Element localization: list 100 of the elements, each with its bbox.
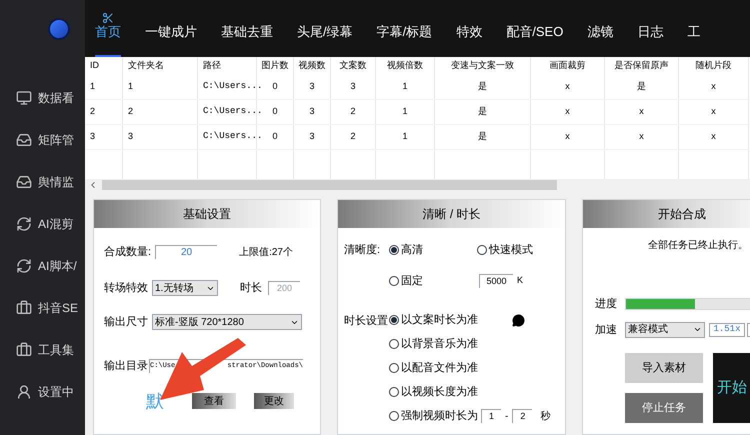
column-header: 画面裁剪 [550, 59, 586, 72]
table-cell-text: 1 [128, 80, 134, 94]
nav-tab[interactable]: 工 [687, 10, 700, 57]
sidebar-item[interactable]: 设置中 [0, 371, 85, 413]
table-cell-text: x [639, 105, 644, 118]
nav-tab[interactable]: 头尾/绿幕 [297, 10, 353, 57]
table-cell-text: 2 [90, 105, 96, 118]
dash-text: - [505, 410, 508, 424]
field-label: 输出尺寸 [104, 314, 148, 330]
column-header: 变速与文案一致 [451, 59, 514, 72]
input-field[interactable]: 5000 [479, 274, 513, 288]
table-cell-text: C:\Users... [203, 130, 262, 144]
field-label: 合成数量: [104, 244, 152, 260]
field-label: 输出目录 [104, 358, 148, 374]
radio-option[interactable]: 固定 [389, 272, 479, 289]
sidebar-item[interactable]: 舆情监 [0, 161, 85, 203]
radio-option[interactable]: 以背景音乐为准 [389, 336, 478, 352]
user-icon [16, 384, 32, 400]
table-cell-text: 是 [478, 130, 487, 144]
table-cell-text: 是 [478, 105, 487, 118]
tray-icon [16, 132, 32, 148]
input-field[interactable]: 1.51x [709, 322, 745, 337]
input-field[interactable]: 1 [481, 409, 501, 423]
import-button[interactable]: 导入素材 [625, 353, 703, 383]
table-cell-text: 3 [309, 80, 314, 94]
column-header: 文件夹名 [128, 59, 164, 72]
sidebar-item[interactable]: AI脚本/ [0, 245, 85, 287]
table-cell-text: 0 [272, 105, 278, 118]
input-field[interactable]: 2 [512, 409, 532, 423]
nav-tab[interactable]: 特效 [456, 10, 482, 57]
table-cell-text: 2 [128, 105, 134, 118]
sidebar-item[interactable]: 工具集 [0, 329, 85, 371]
nav-tab[interactable]: 字幕/标题 [376, 10, 432, 57]
table-cell-text: 1 [90, 80, 96, 94]
table-cell-text: x [565, 80, 570, 94]
radio-option[interactable]: 快速模式 [477, 242, 533, 258]
table-cell-text: 是 [637, 80, 646, 94]
sidebar-item[interactable]: 数据看 [0, 77, 85, 119]
column-header: ID [90, 59, 99, 72]
sidebar-item[interactable]: 抖音SE [0, 287, 85, 329]
nav-tab[interactable]: 基础去重 [221, 10, 273, 57]
logo-icon [48, 18, 70, 40]
briefcase-icon [16, 342, 32, 358]
view-button[interactable]: 查看 [192, 393, 236, 409]
refresh-icon [16, 258, 32, 274]
field-label: 加速 [595, 322, 618, 338]
table-cell-text: C:\Users... [203, 80, 262, 94]
table-cell-text: x [711, 80, 716, 94]
table-cell-text: 3 [90, 130, 96, 144]
radio-option[interactable]: 以视频长度为准 [389, 384, 478, 400]
column-header: 图片数 [262, 59, 288, 72]
table-cell-text: 3 [309, 105, 314, 118]
column-header: 路径 [203, 59, 221, 72]
briefcase-icon [16, 300, 32, 316]
unit-label: 秒 [540, 410, 550, 424]
status-text: 全部任务已终止执行。 [648, 238, 749, 253]
table-cell-text: 1 [402, 130, 408, 144]
radio-option[interactable]: 以文案时长为准 [389, 312, 478, 328]
column-header: 视频倍数 [387, 59, 423, 72]
sidebar-item[interactable]: AI混剪 [0, 203, 85, 245]
field-label: 时长设置 [344, 314, 389, 329]
table-cell-text: x [565, 105, 570, 118]
column-header: 视频数 [298, 59, 326, 72]
column-header: 文案数 [340, 59, 366, 72]
nav-tab[interactable]: 滤镜 [587, 10, 614, 57]
panel-header: 开始合成 [583, 200, 750, 228]
unit-label: K [517, 274, 524, 287]
radio-option[interactable]: 以配音文件为准 [389, 360, 478, 376]
field-label: 转场特效 [104, 280, 148, 296]
field-label: 清晰度: [344, 242, 382, 258]
table-cell-text: 0 [272, 80, 278, 94]
table-cell-text: 0 [272, 130, 278, 144]
table-cell-text: x [565, 130, 570, 144]
scissors-icon [102, 12, 114, 24]
table-cell-text: 是 [478, 80, 487, 94]
limit-text: 上限值:27个 [239, 246, 293, 260]
sidebar-item[interactable]: 矩阵管 [0, 119, 85, 161]
chat-icon[interactable] [512, 314, 525, 326]
table-cell-text: x [711, 130, 716, 144]
dropdown[interactable]: 1.无转场 [152, 280, 218, 296]
radio-option[interactable]: 强制视频时长为 [389, 408, 478, 424]
table-cell-text: x [639, 130, 644, 144]
nav-tab[interactable]: 一键成片 [145, 10, 197, 57]
tray-icon [16, 174, 32, 190]
nav-tab[interactable]: 配音/SEO [506, 10, 564, 57]
table-cell-text: 2 [350, 130, 356, 144]
table-cell-text: 2 [350, 105, 356, 118]
field-label: 进度 [595, 296, 618, 312]
refresh-icon [16, 216, 32, 232]
stop-button[interactable]: 停止任务 [625, 393, 703, 423]
column-header: 随机片段 [696, 59, 732, 72]
start-button[interactable]: 开始 [713, 353, 750, 423]
nav-tab[interactable]: 日志 [637, 10, 664, 57]
radio-option[interactable]: 高清 [389, 242, 477, 258]
table-cell-text: 3 [309, 130, 314, 144]
change-button[interactable]: 更改 [254, 393, 294, 409]
dropdown[interactable]: 兼容模式 [625, 322, 705, 338]
table-cell-text: x [711, 105, 716, 118]
dropdown[interactable]: 标准-竖版 720*1280 [152, 314, 302, 330]
input-field[interactable]: 20 [155, 245, 218, 259]
